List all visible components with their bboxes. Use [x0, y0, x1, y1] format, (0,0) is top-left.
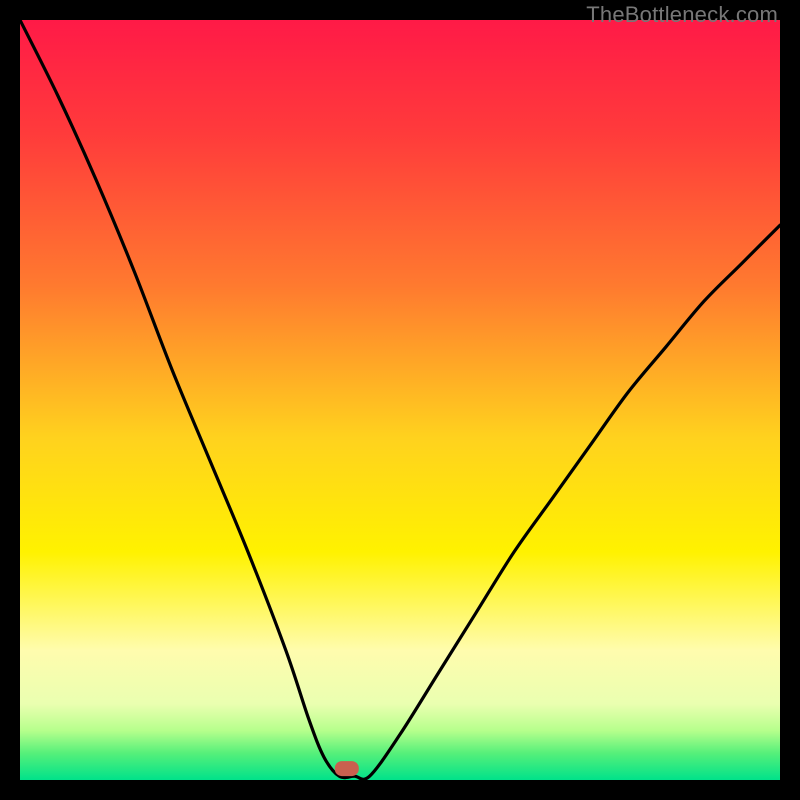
optimal-point-marker — [335, 761, 359, 776]
chart-frame — [20, 20, 780, 780]
watermark-text: TheBottleneck.com — [586, 2, 778, 28]
bottleneck-chart — [20, 20, 780, 780]
chart-background — [20, 20, 780, 780]
